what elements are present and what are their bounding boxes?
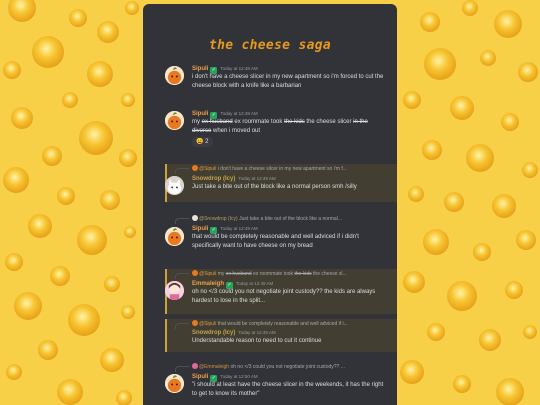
chat-message[interactable]: @Sipuli i don't have a cheese slicer in … xyxy=(165,165,389,201)
text-part: when i moved out xyxy=(211,128,261,134)
reply-text: Just take a bite out of the block like a… xyxy=(239,216,342,222)
username[interactable]: Sipuli xyxy=(192,66,208,72)
timestamp: Today at 12:49 AM xyxy=(236,281,274,286)
reply-spine xyxy=(175,273,189,279)
reply-avatar-icon xyxy=(192,320,198,326)
chat-message[interactable]: @Sipuli my ex husband ex roommate took t… xyxy=(165,270,389,314)
timestamp: Today at 12:49 AM xyxy=(238,176,276,181)
reaction-count: 2 xyxy=(205,139,209,145)
reply-preview[interactable]: @Emmaleigh oh no </3 could you not negot… xyxy=(192,363,385,371)
reply-preview[interactable]: @Sipuli i don't have a cheese slicer in … xyxy=(192,165,385,173)
username[interactable]: Sipuli xyxy=(192,111,208,117)
struck-text: ex husband xyxy=(225,271,252,277)
timestamp: Today at 12:49 AM xyxy=(238,330,276,335)
timestamp: Today at 12:50 AM xyxy=(220,374,258,379)
chat-message[interactable]: @Emmaleigh oh no </3 could you not negot… xyxy=(165,363,389,405)
text-part: my xyxy=(192,119,202,125)
reply-username: @Snowdrop (Icy) xyxy=(199,216,238,222)
snowdrop-avatar-icon[interactable] xyxy=(165,176,184,195)
reply-spine xyxy=(175,323,189,329)
reply-text: my xyxy=(217,271,226,277)
struck-text: ex husband xyxy=(201,119,233,125)
chat-message[interactable]: @Snowdrop (Icy) Just take a bite out of … xyxy=(165,215,389,259)
username[interactable]: Snowdrop (Icy) xyxy=(192,176,235,182)
sipuli-avatar-icon[interactable] xyxy=(165,227,184,246)
reply-text: ex roommate took xyxy=(251,271,295,277)
reply-username: @Sipuli xyxy=(199,271,217,277)
message-text: Understandable reason to need to cut it … xyxy=(192,338,322,344)
message-text: my ex husband ex roommate took the kids … xyxy=(192,118,385,136)
reply-username: @Sipuli xyxy=(199,166,217,172)
reaction-button[interactable]: 😩 2 xyxy=(192,137,213,147)
page-title: the cheese saga xyxy=(209,38,331,53)
emmaleigh-avatar-icon[interactable] xyxy=(165,281,184,300)
sipuli-avatar-icon[interactable] xyxy=(165,374,184,393)
reply-spine xyxy=(175,218,189,224)
chat-message[interactable]: Sipuli ✓ Today at 12:48 AM my ex husband e… xyxy=(165,110,389,152)
reply-text: oh no </3 could you not negotiate joint … xyxy=(230,364,345,370)
message-header: Snowdrop (Icy) Today at 12:49 AM xyxy=(192,175,276,183)
text-part: the cheese slicer xyxy=(304,119,354,125)
timestamp: Today at 12:48 AM xyxy=(220,111,258,116)
chat-message[interactable]: Sipuli ✓ Today at 12:48 AM i don't have a … xyxy=(165,65,389,95)
reply-preview[interactable]: @Sipuli my ex husband ex roommate took t… xyxy=(192,270,385,278)
reply-avatar-icon xyxy=(192,363,198,369)
reply-avatar-icon xyxy=(192,165,198,171)
reply-spine xyxy=(175,168,189,174)
reply-preview[interactable]: @Snowdrop (Icy) Just take a bite out of … xyxy=(192,215,385,223)
reply-text: the cheese sl... xyxy=(311,271,347,277)
reply-preview[interactable]: @Sipuli that would be completely reasona… xyxy=(192,320,385,328)
message-text: "i should at least have the cheese slice… xyxy=(192,382,384,397)
chat-message[interactable]: @Sipuli that would be completely reasona… xyxy=(165,320,389,350)
weary-face-icon: 😩 xyxy=(196,139,204,145)
reply-avatar-icon xyxy=(192,270,198,276)
reply-username: @Sipuli xyxy=(199,321,217,327)
struck-text: the kids xyxy=(294,271,312,277)
reply-username: @Emmaleigh xyxy=(199,364,230,370)
message-header: Snowdrop (Icy) Today at 12:49 AM xyxy=(192,329,276,337)
struck-text: the kids xyxy=(284,119,305,125)
username[interactable]: Sipuli xyxy=(192,226,208,232)
sipuli-avatar-icon[interactable] xyxy=(165,111,184,130)
username[interactable]: Snowdrop (Icy) xyxy=(192,330,235,336)
username[interactable]: Sipuli xyxy=(192,374,208,380)
message-text: that would be completely reasonable and … xyxy=(192,234,359,249)
timestamp: Today at 12:49 AM xyxy=(220,226,258,231)
reply-avatar-icon xyxy=(192,215,198,221)
chat-panel: the cheese saga Sipuli ✓ Today at 12:48 AM… xyxy=(143,4,397,405)
message-text: Just take a bite out of the block like a… xyxy=(192,184,357,190)
username[interactable]: Emmaleigh xyxy=(192,281,224,287)
reply-text: i don't have a cheese slicer in my new a… xyxy=(217,166,347,172)
text-part: ex roommate took xyxy=(232,119,285,125)
timestamp: Today at 12:48 AM xyxy=(220,66,258,71)
message-text: i don't have a cheese slicer in my new a… xyxy=(192,74,384,89)
reply-text: that would be completely reasonable and … xyxy=(217,321,348,327)
sipuli-avatar-icon[interactable] xyxy=(165,66,184,85)
reply-spine xyxy=(175,366,189,372)
message-text: oh no </3 could you not negotiate joint … xyxy=(192,289,376,304)
